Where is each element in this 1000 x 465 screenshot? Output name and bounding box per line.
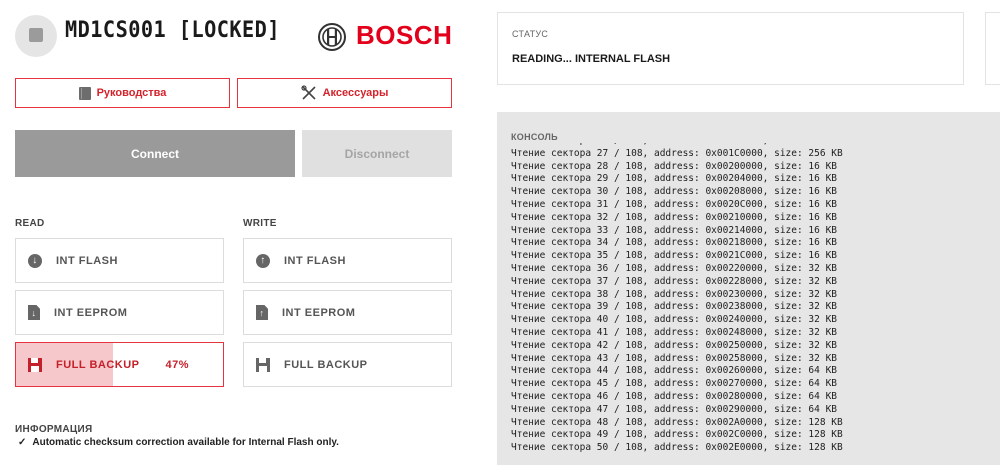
console-line: Чтение сектора 42 / 108, address: 0x0025…	[511, 339, 838, 351]
write-int-eeprom-label: INT EEPROM	[282, 306, 356, 319]
brand-name: BOSCH	[356, 20, 453, 50]
tools-icon	[300, 85, 316, 100]
device-chip-icon	[15, 15, 57, 57]
connect-button[interactable]: Connect	[15, 130, 295, 177]
console-lines: Чтение сектора 26 / 108, address: 0x001B…	[511, 143, 843, 455]
console-line: Чтение сектора 27 / 108, address: 0x001C…	[511, 147, 843, 159]
write-full-backup-label: FULL BACKUP	[284, 358, 368, 371]
write-int-flash-label: INT FLASH	[284, 254, 346, 267]
console-line: Чтение сектора 38 / 108, address: 0x0023…	[511, 288, 838, 300]
console-log[interactable]: Чтение сектора 26 / 108, address: 0x001B…	[511, 143, 1000, 465]
status-text: READING... INTERNAL FLASH	[512, 53, 671, 65]
download-icon: ↓	[28, 253, 42, 268]
book-icon	[78, 86, 91, 100]
console-line: Чтение сектора 39 / 108, address: 0x0023…	[511, 301, 838, 313]
console-line: Чтение сектора 44 / 108, address: 0x0026…	[511, 365, 838, 377]
file-download-icon: ↓	[28, 305, 40, 320]
console-line: Чтение сектора 36 / 108, address: 0x0022…	[511, 262, 838, 274]
info-item: ✓ Automatic checksum correction availabl…	[18, 437, 339, 448]
backup-progress-text: 47%	[165, 358, 190, 371]
read-int-eeprom-button[interactable]: ↓ INT EEPROM	[15, 290, 224, 335]
checkmark-icon: ✓	[18, 437, 27, 448]
console-line: Чтение сектора 35 / 108, address: 0x0021…	[511, 250, 838, 262]
console-line: Чтение сектора 41 / 108, address: 0x0024…	[511, 326, 838, 338]
info-label: ИНФОРМАЦИЯ	[15, 424, 93, 435]
console-line: Чтение сектора 31 / 108, address: 0x0020…	[511, 198, 838, 210]
read-full-backup-label: FULL BACKUP	[56, 358, 140, 371]
floppy-download-icon	[28, 357, 42, 372]
console-line: Чтение сектора 40 / 108, address: 0x0024…	[511, 314, 838, 326]
console-line: Чтение сектора 46 / 108, address: 0x0028…	[511, 390, 838, 402]
console-line: Чтение сектора 29 / 108, address: 0x0020…	[511, 173, 838, 185]
console-line: Чтение сектора 47 / 108, address: 0x0029…	[511, 403, 838, 415]
write-full-backup-button[interactable]: FULL BACKUP	[243, 342, 452, 387]
console-line: Чтение сектора 37 / 108, address: 0x0022…	[511, 275, 838, 287]
console-line: Чтение сектора 34 / 108, address: 0x0021…	[511, 237, 838, 249]
write-int-flash-button[interactable]: ↑ INT FLASH	[243, 238, 452, 283]
read-int-flash-label: INT FLASH	[56, 254, 118, 267]
status-label: СТАТУС	[512, 29, 549, 39]
console-line: Чтение сектора 45 / 108, address: 0x0027…	[511, 378, 838, 390]
write-int-eeprom-button[interactable]: ↑ INT EEPROM	[243, 290, 452, 335]
console-label: КОНСОЛЬ	[511, 132, 558, 142]
side-panel	[985, 12, 1000, 85]
console-line: Чтение сектора 28 / 108, address: 0x0020…	[511, 160, 838, 172]
console-line: Чтение сектора 49 / 108, address: 0x002C…	[511, 429, 843, 441]
read-full-backup-button[interactable]: FULL BACKUP 47%	[15, 342, 224, 387]
console-line: Чтение сектора 43 / 108, address: 0x0025…	[511, 352, 838, 364]
file-upload-icon: ↑	[256, 305, 268, 320]
write-section-label: WRITE	[243, 218, 277, 229]
floppy-upload-icon	[256, 357, 270, 372]
console-line: Чтение сектора 32 / 108, address: 0x0021…	[511, 211, 838, 223]
read-int-flash-button[interactable]: ↓ INT FLASH	[15, 238, 224, 283]
upload-icon: ↑	[256, 253, 270, 268]
accessories-label: Аксессуары	[322, 87, 389, 99]
console-panel[interactable]: КОНСОЛЬ Чтение сектора 26 / 108, address…	[497, 112, 1000, 465]
console-line: Чтение сектора 50 / 108, address: 0x002E…	[511, 442, 843, 454]
bosch-logo-icon	[318, 23, 346, 51]
console-line: Чтение сектора 48 / 108, address: 0x002A…	[511, 416, 843, 428]
status-panel: СТАТУС READING... INTERNAL FLASH	[497, 12, 964, 85]
console-line: Чтение сектора 33 / 108, address: 0x0021…	[511, 224, 838, 236]
manuals-button[interactable]: Руководства	[15, 78, 230, 108]
device-title: MD1CS001 [LOCKED]	[65, 18, 280, 43]
read-section-label: READ	[15, 218, 45, 229]
disconnect-button[interactable]: Disconnect	[302, 130, 452, 177]
read-int-eeprom-label: INT EEPROM	[54, 306, 128, 319]
accessories-button[interactable]: Аксессуары	[237, 78, 452, 108]
console-line: Чтение сектора 30 / 108, address: 0x0020…	[511, 186, 838, 198]
info-item-text: Automatic checksum correction available …	[32, 437, 339, 448]
manuals-label: Руководства	[96, 87, 167, 99]
